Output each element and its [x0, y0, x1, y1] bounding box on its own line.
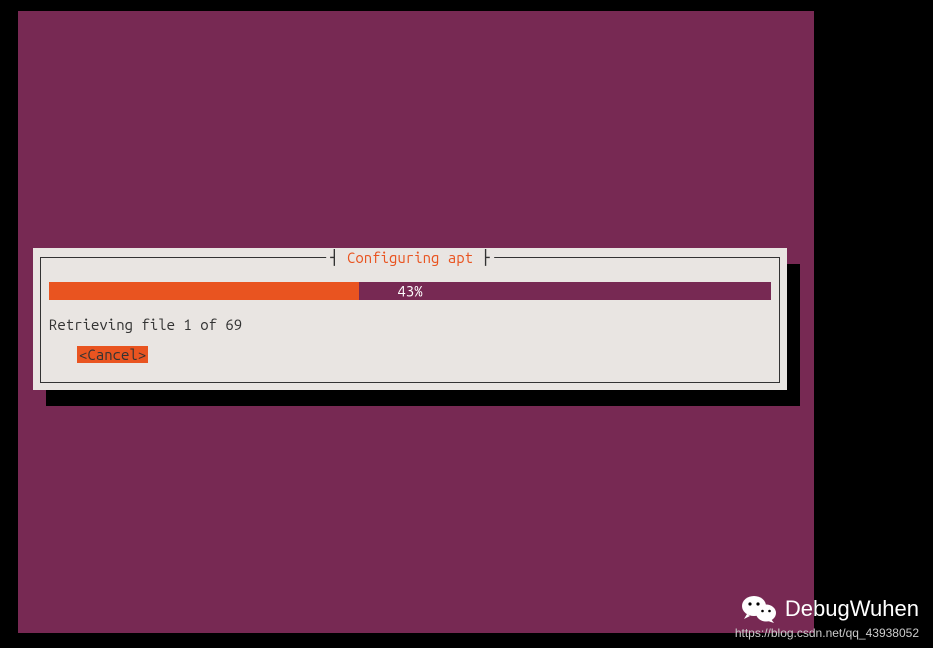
dialog-border: Configuring apt 43% Retrieving file 1 of…: [40, 257, 780, 383]
progress-fill: [49, 282, 359, 300]
dialog-title: Configuring apt: [326, 249, 494, 266]
progress-percent-label: 43%: [397, 283, 422, 300]
watermark-url: https://blog.csdn.net/qq_43938052: [735, 626, 919, 640]
configuring-apt-dialog: Configuring apt 43% Retrieving file 1 of…: [33, 248, 787, 390]
status-text: Retrieving file 1 of 69: [49, 316, 242, 333]
wechat-icon: [741, 594, 777, 624]
watermark: DebugWuhen: [741, 594, 919, 624]
cancel-button[interactable]: <Cancel>: [77, 346, 148, 363]
progress-bar: 43%: [49, 282, 771, 300]
watermark-name: DebugWuhen: [785, 596, 919, 622]
